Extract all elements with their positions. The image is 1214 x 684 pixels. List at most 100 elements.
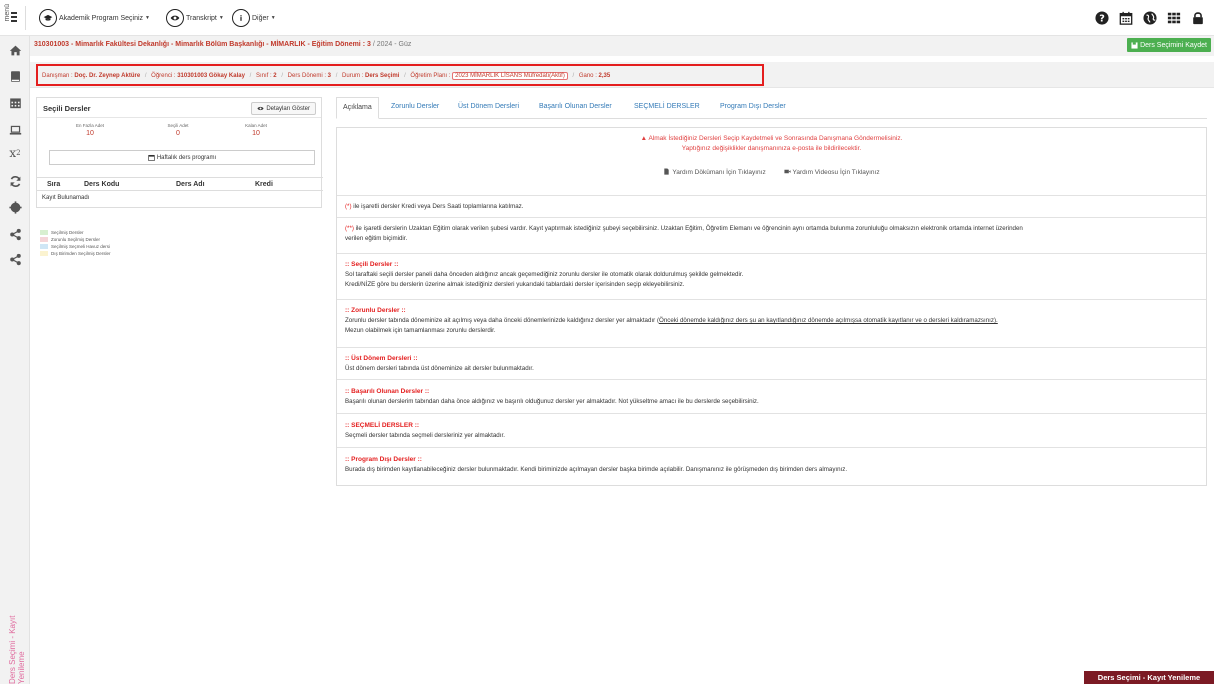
superscript-x2-icon[interactable]: x2 <box>8 146 22 160</box>
tab-passed[interactable]: Başarılı Olunan Dersler <box>539 103 612 110</box>
section-title: :: Başarılı Olunan Dersler :: <box>345 388 430 395</box>
description-content: ▲ Almak İstediğiniz Dersleri Seçip Kayde… <box>336 127 1207 486</box>
legend-swatch <box>40 243 48 249</box>
section-text: Zorunlu dersler tabında döneminize ait a… <box>345 316 998 335</box>
note-credit: (*) ile işaretli dersler Kredi veya Ders… <box>337 196 1206 218</box>
help-video-link[interactable]: Yardım Videosu İçin Tıklayınız <box>783 169 880 176</box>
top-right-icons: ? <box>1094 10 1206 26</box>
refresh-icon[interactable] <box>8 174 22 188</box>
legend-swatch <box>40 236 48 242</box>
floppy-icon <box>1131 41 1138 49</box>
underlined-text: Önceki dönemde kaldığınız ders şu an kay… <box>659 317 998 324</box>
nav-transcript-label: Transkript <box>186 14 217 22</box>
save-selection-button[interactable]: Ders Seçimini Kaydet <box>1127 38 1211 52</box>
note-text: verilen eğitim biçimidir. <box>345 234 408 242</box>
tab-upper-term[interactable]: Üst Dönem Dersleri <box>458 103 519 110</box>
help-links: Yardım Dökümanı İçin Tıklayınız Yardım V… <box>337 168 1206 176</box>
legend-swatch <box>40 229 48 235</box>
question-icon[interactable]: ? <box>1094 10 1110 26</box>
section-electives: :: SEÇMELİ DERSLER :: Seçmeli dersler ta… <box>337 414 1206 448</box>
share-icon[interactable] <box>8 252 22 266</box>
show-details-label: Detayları Göster <box>266 105 310 112</box>
tab-electives[interactable]: SEÇMELİ DERSLER <box>634 103 700 110</box>
section-title: :: Zorunlu Dersler :: <box>345 307 406 314</box>
col-course-name: Ders Adı <box>176 181 205 188</box>
stat-selected: Seçili Adet 0 <box>148 123 208 137</box>
section-text: Başarılı olunan derslerim tabından daha … <box>345 398 759 405</box>
color-legend: Seçilmiş Dersler Zorunlu Seçilmiş Dersle… <box>40 229 111 257</box>
legend-label: Dış Birimden Seçilmiş Dersler <box>51 250 111 256</box>
text-line: Mezun olabilmek için tamamlanması zorunl… <box>345 326 496 334</box>
section-title: :: SEÇMELİ DERSLER :: <box>345 422 420 429</box>
separator: / <box>144 73 147 79</box>
left-sidebar: x2 Ders Seçimi - Kayıt Yenileme <box>0 36 30 684</box>
stat-remaining-value: 10 <box>252 130 260 137</box>
breadcrumb-path: 310301003 - Mimarlık Fakültesi Dekanlığı… <box>34 41 371 48</box>
section-text: Sol taraftaki seçili dersler paneli daha… <box>345 270 743 289</box>
menu-label: menü <box>4 4 11 22</box>
warning-icon: ▲ <box>640 135 647 142</box>
nav-transcript[interactable]: Transkript ▼ <box>166 9 224 27</box>
globe-icon[interactable] <box>1142 10 1158 26</box>
top-navbar: menü Akademik Program Seçiniz ▼ Transkri… <box>0 0 1214 36</box>
book-icon[interactable] <box>8 69 22 83</box>
eye-icon <box>166 9 184 27</box>
nav-other[interactable]: Diğer ▼ <box>232 9 276 27</box>
student-info-highlight: Danışman : Doç. Dr. Zeynep Aktüre / Öğre… <box>36 64 764 86</box>
stat-selected-value: 0 <box>176 130 180 137</box>
separator: / <box>249 73 252 79</box>
course-tabs: Açıklama Zorunlu Dersler Üst Dönem Dersl… <box>336 97 1207 119</box>
calendar-icon[interactable] <box>8 95 22 109</box>
hamburger-icon <box>11 12 17 24</box>
legend-label: Zorunlu Seçilmiş Dersler <box>51 236 101 242</box>
col-credit: Kredi <box>255 181 273 188</box>
share-icon[interactable] <box>8 227 22 241</box>
stat-remaining-label: Kalan Adet <box>245 123 267 128</box>
home-icon[interactable] <box>8 43 22 57</box>
lock-icon[interactable] <box>1190 10 1206 26</box>
selected-courses-panel: Seçili Dersler Detayları Göster En Fazla… <box>36 97 323 208</box>
badge-icon[interactable] <box>8 200 22 214</box>
term-value: 3 <box>327 73 332 79</box>
tab-mandatory[interactable]: Zorunlu Dersler <box>391 103 439 110</box>
weekly-schedule-button[interactable]: Haftalık ders programı <box>49 150 315 165</box>
status-value: Ders Seçimi <box>365 73 400 79</box>
plan-badge: 2023 MİMARLIK LİSANS Müfredatı(Aktif) <box>452 72 568 80</box>
separator: / <box>335 73 338 79</box>
warning-section: ▲ Almak İstediğiniz Dersleri Seçip Kayde… <box>337 128 1206 196</box>
legend-label: Seçilmiş Seçmeli Havuz dersi <box>51 243 111 249</box>
section-mandatory: :: Zorunlu Dersler :: Zorunlu dersler ta… <box>337 300 1206 348</box>
help-doc-link[interactable]: Yardım Dökümanı İçin Tıklayınız <box>663 168 767 176</box>
stat-max-label: En Fazla Adet <box>75 123 105 128</box>
document-icon <box>664 168 670 175</box>
tab-description[interactable]: Açıklama <box>336 97 379 119</box>
col-order: Sıra <box>47 181 61 188</box>
note-distance: (**) ile işaretli derslerin Uzaktan Eğit… <box>337 218 1206 254</box>
student-value: 310301003 Gökay Kalay <box>177 73 245 79</box>
student-info-line: Danışman : Doç. Dr. Zeynep Aktüre / Öğre… <box>42 72 610 80</box>
weekly-schedule-label: Haftalık ders programı <box>156 154 217 161</box>
menu-toggle[interactable]: menü <box>4 4 18 32</box>
calendar-icon[interactable] <box>1118 10 1134 26</box>
gpa-value: 2,35 <box>598 73 611 79</box>
note-distance-text: (**) ile işaretli derslerin Uzaktan Eğit… <box>345 224 1023 243</box>
section-title: :: Üst Dönem Dersleri :: <box>345 355 418 362</box>
laptop-icon[interactable] <box>8 123 22 137</box>
nav-academic-program[interactable]: Akademik Program Seçiniz ▼ <box>39 9 150 27</box>
note-credit-text: (*) ile işaretli dersler Kredi veya Ders… <box>345 202 523 212</box>
note-text: ile işaretli dersler Kredi veya Ders Saa… <box>351 203 524 210</box>
grid-icon[interactable] <box>1166 10 1182 26</box>
student-label: Öğrenci : <box>151 73 176 79</box>
stat-remaining: Kalan Adet 10 <box>226 123 286 137</box>
stat-max: En Fazla Adet 10 <box>60 123 120 137</box>
graduation-cap-icon <box>39 9 57 27</box>
section-text: Üst dönem dersleri tabında üst döneminiz… <box>345 365 534 372</box>
class-value: 2 <box>273 73 277 79</box>
section-selected: :: Seçili Dersler :: Sol taraftaki seçil… <box>337 254 1206 300</box>
sidebar-page-title: Ders Seçimi - Kayıt Yenileme <box>8 615 26 684</box>
tab-out-of-program[interactable]: Program Dışı Dersler <box>720 103 786 110</box>
stat-selected-label: Seçili Adet <box>167 123 189 128</box>
breadcrumb-bar: 310301003 - Mimarlık Fakültesi Dekanlığı… <box>30 36 1214 56</box>
show-details-button[interactable]: Detayları Göster <box>251 102 316 115</box>
separator: / <box>281 73 283 79</box>
